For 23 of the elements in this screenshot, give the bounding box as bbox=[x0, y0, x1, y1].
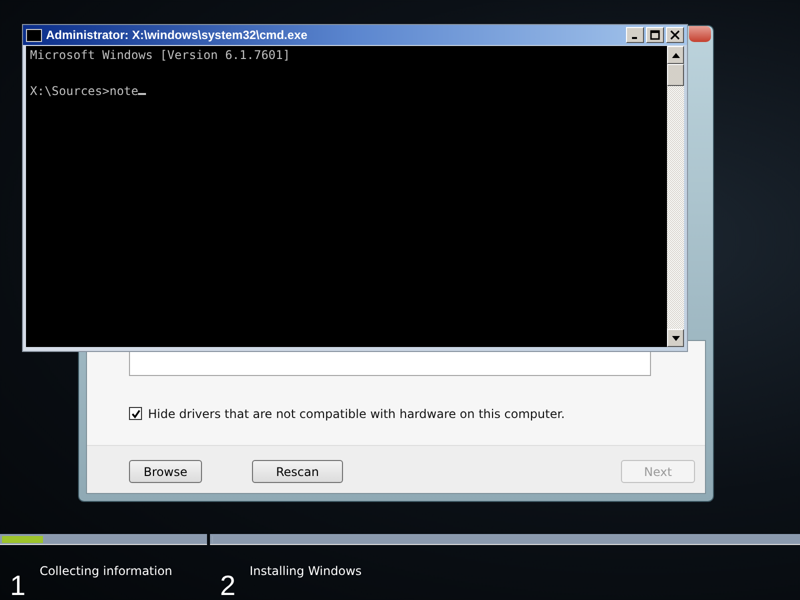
scroll-up-button[interactable] bbox=[667, 46, 684, 64]
driver-list[interactable] bbox=[129, 350, 651, 376]
arrow-down-icon bbox=[672, 336, 680, 340]
step-number: 1 bbox=[10, 572, 26, 600]
step-label: Installing Windows bbox=[250, 564, 362, 580]
console-output[interactable]: Microsoft Windows [Version 6.1.7601] X:\Sources>note bbox=[26, 46, 667, 347]
dialog-button[interactable]: Browse bbox=[129, 460, 202, 483]
window-title: Administrator: X:\windows\system32\cmd.exe bbox=[46, 28, 308, 42]
console-icon bbox=[26, 28, 42, 42]
minimize-button[interactable] bbox=[626, 27, 644, 43]
dialog-button[interactable]: Rescan bbox=[252, 460, 343, 483]
maximize-icon bbox=[650, 30, 660, 40]
arrow-up-icon bbox=[672, 52, 680, 58]
checkbox[interactable] bbox=[129, 407, 142, 420]
close-button[interactable] bbox=[666, 27, 684, 43]
maximize-button[interactable] bbox=[646, 27, 664, 43]
close-icon bbox=[670, 30, 680, 40]
checkbox-label: Hide drivers that are not compatible with hardware on this computer. bbox=[148, 406, 565, 420]
scroll-thumb[interactable] bbox=[667, 64, 684, 86]
scroll-down-button[interactable] bbox=[667, 329, 684, 347]
step-label: Collecting information bbox=[40, 564, 172, 580]
scrollbar[interactable] bbox=[667, 46, 684, 347]
step-number: 2 bbox=[220, 572, 236, 600]
